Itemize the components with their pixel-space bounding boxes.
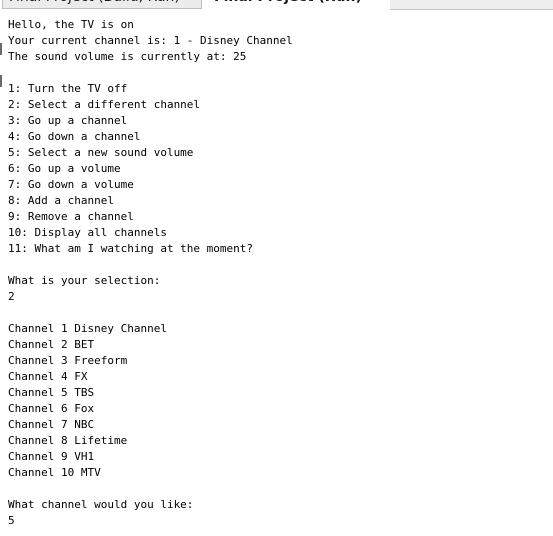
console-line: 8: Add a channel (8, 194, 114, 207)
console-line: Channel 2 BET (8, 338, 95, 351)
console-line: 2 (8, 290, 15, 303)
console-line: What is your selection: (8, 274, 161, 287)
console-line: Your current channel is: 1 - Disney Chan… (8, 34, 293, 47)
console-line: 5 (8, 514, 15, 527)
console-line: Channel 7 NBC (8, 418, 95, 431)
console-output[interactable]: Hello, the TV is on Your current channel … (0, 10, 553, 536)
console-line: 2: Select a different channel (8, 98, 201, 111)
gutter-marker (0, 75, 2, 87)
console-line: Channel 10 MTV (8, 466, 101, 479)
console-line: Channel 5 TBS (8, 386, 95, 399)
console-line: Channel 3 Freeform (8, 354, 128, 367)
console-line: Channel 1 Disney Channel (8, 322, 167, 335)
console-text: Hello, the TV is on Your current channel … (8, 17, 293, 529)
console-line: Channel 9 VH1 (8, 450, 95, 463)
tab-run[interactable]: Final Project (Run) (208, 0, 393, 9)
console-line: 1: Turn the TV off (8, 82, 128, 95)
console-line: Channel 8 Lifetime (8, 434, 128, 447)
console-line: 4: Go down a channel (8, 130, 141, 143)
console-line: 5: Select a new sound volume (8, 146, 194, 159)
console-line: Channel 4 FX (8, 370, 88, 383)
tab-bar-filler (390, 0, 553, 10)
output-tab-bar: Final Project (Build, Run) Final Project… (0, 0, 553, 10)
console-line: What channel would you like: (8, 498, 194, 511)
gutter-marker (0, 43, 2, 55)
console-line: 6: Go up a volume (8, 162, 121, 175)
console-line: 3: Go up a channel (8, 114, 128, 127)
console-line: 7: Go down a volume (8, 178, 134, 191)
console-line: 10: Display all channels (8, 226, 167, 239)
console-line: 11: What am I watching at the moment? (8, 242, 254, 255)
console-line: Channel 6 Fox (8, 402, 95, 415)
tab-build-run[interactable]: Final Project (Build, Run) (2, 0, 202, 9)
console-line: Hello, the TV is on (8, 18, 134, 31)
console-line: The sound volume is currently at: 25 (8, 50, 247, 63)
output-window: Final Project (Build, Run) Final Project… (0, 0, 553, 536)
console-line: 9: Remove a channel (8, 210, 134, 223)
